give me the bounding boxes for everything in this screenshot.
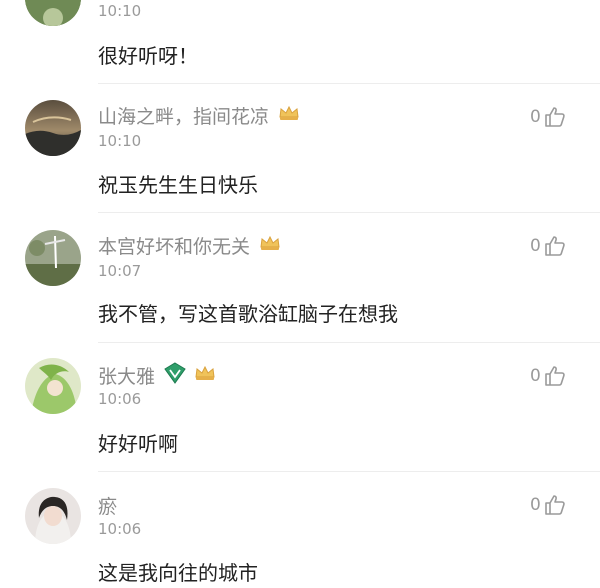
comment-time: 10:10 <box>98 2 142 20</box>
crown-badge-icon[interactable] <box>277 103 301 128</box>
avatar-scenery-icon <box>25 230 81 286</box>
avatar[interactable] <box>25 0 81 26</box>
like-button[interactable]: 0 <box>530 232 578 260</box>
avatar[interactable] <box>25 230 81 286</box>
divider <box>98 83 600 84</box>
comment-content: 我不管，写这首歌浴缸脑子在想我 <box>98 302 398 326</box>
comment-username[interactable]: 本宫好坏和你无关 <box>98 232 282 259</box>
like-count: 0 <box>530 366 541 386</box>
comment-time: 10:06 <box>98 520 142 538</box>
avatar[interactable] <box>25 100 81 156</box>
thumbs-up-icon <box>545 107 565 127</box>
crown-badge-icon[interactable] <box>258 233 282 258</box>
vip-badge-icon[interactable] <box>163 362 187 389</box>
like-count: 0 <box>530 495 541 515</box>
username-text: 山海之畔，指间花凉 <box>98 106 270 128</box>
username-text: 瘀 <box>98 496 118 518</box>
comment-content: 好好听啊 <box>98 432 178 456</box>
like-button[interactable]: 0 <box>530 362 578 390</box>
comment-time: 10:06 <box>98 390 142 408</box>
like-button[interactable]: 0 <box>530 491 578 519</box>
comment-username[interactable]: 瘀 <box>98 492 117 519</box>
like-count: 0 <box>530 107 541 127</box>
avatar-landscape-icon <box>25 100 81 156</box>
divider <box>98 471 600 472</box>
comment-time: 10:10 <box>98 132 142 150</box>
avatar[interactable] <box>25 358 81 414</box>
comment-time: 10:07 <box>98 262 142 280</box>
thumbs-up-icon <box>545 236 565 256</box>
comment-username[interactable]: 张大雅 <box>98 362 217 389</box>
avatar-portrait-icon <box>25 488 81 544</box>
thumbs-up-icon <box>545 366 565 386</box>
comment-content: 很好听呀！ <box>98 44 198 68</box>
divider <box>98 212 600 213</box>
like-count: 0 <box>530 236 541 256</box>
username-text: 张大雅 <box>98 366 156 388</box>
thumbs-up-icon <box>545 495 565 515</box>
avatar-photo-icon <box>25 0 81 26</box>
comment-content: 祝玉先生生日快乐 <box>98 173 258 197</box>
avatar-anime-icon <box>25 358 81 414</box>
divider <box>98 342 600 343</box>
comment-username[interactable]: 山海之畔，指间花凉 <box>98 102 301 129</box>
like-button[interactable]: 0 <box>530 103 578 131</box>
comment-content: 这是我向往的城市 <box>98 561 258 585</box>
username-text: 本宫好坏和你无关 <box>98 236 251 258</box>
avatar[interactable] <box>25 488 81 544</box>
crown-badge-icon[interactable] <box>193 363 217 388</box>
